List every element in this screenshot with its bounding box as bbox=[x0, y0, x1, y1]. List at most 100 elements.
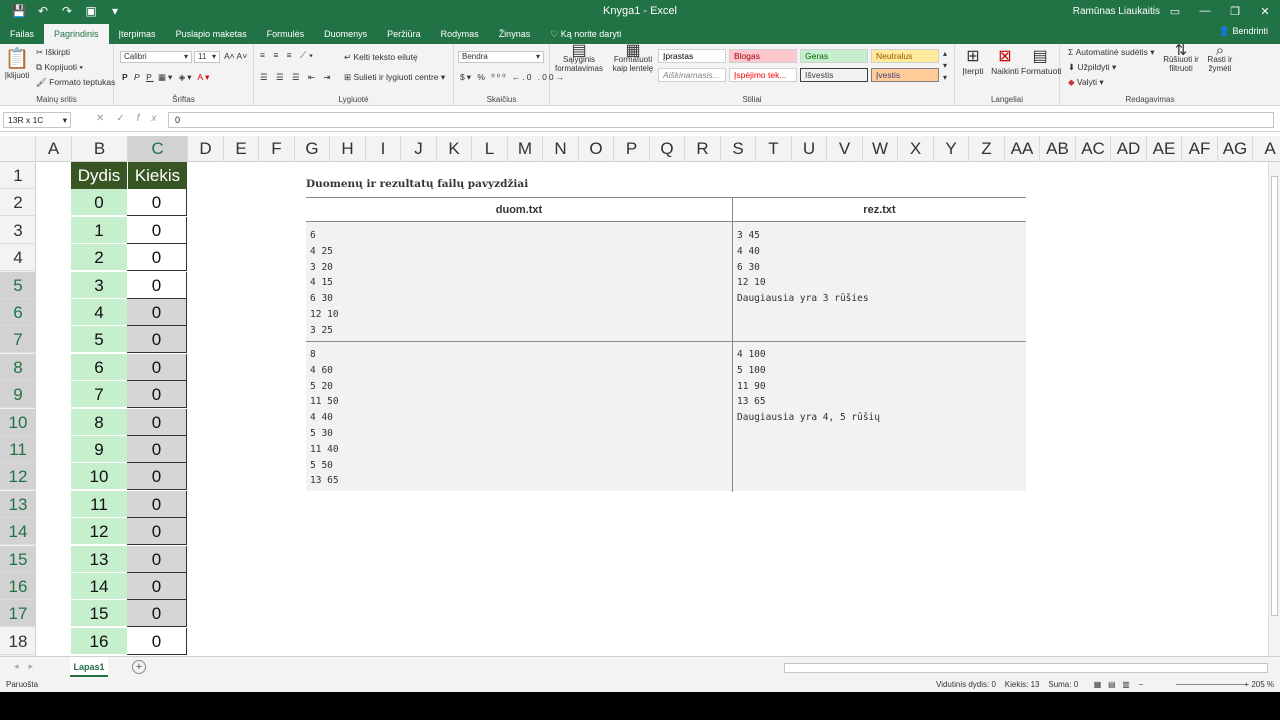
tab-help[interactable]: Žinynas bbox=[489, 24, 541, 44]
cell-dydis[interactable]: 9 bbox=[71, 436, 127, 463]
column-header[interactable]: D bbox=[188, 136, 224, 162]
find-select-button[interactable]: ⌕ Rasti ir žymėti bbox=[1202, 43, 1238, 73]
cell-kiekis[interactable]: 0 bbox=[127, 408, 187, 436]
column-header[interactable]: AD bbox=[1111, 136, 1147, 162]
font-family-select[interactable]: Calibri ▾ bbox=[120, 51, 192, 63]
conditional-formatting-button[interactable]: ▤ Sąlyginis formatavimas bbox=[554, 43, 604, 74]
cell-c1[interactable]: Kiekis bbox=[127, 162, 187, 189]
customize-icon[interactable]: ▾ bbox=[106, 4, 124, 18]
column-header[interactable]: Z bbox=[969, 136, 1005, 162]
cell-dydis[interactable]: 16 bbox=[71, 627, 127, 655]
page-break-view-icon[interactable]: ▥ bbox=[1122, 680, 1130, 689]
cell-kiekis[interactable]: 0 bbox=[127, 518, 187, 546]
cell-dydis[interactable]: 12 bbox=[71, 518, 127, 546]
cell-kiekis[interactable]: 0 bbox=[127, 573, 187, 600]
column-header[interactable]: G bbox=[295, 136, 330, 162]
save-icon[interactable]: 💾 bbox=[10, 4, 28, 18]
cell-dydis[interactable]: 6 bbox=[71, 353, 127, 381]
redo-icon[interactable]: ↷ bbox=[58, 4, 76, 18]
row-header[interactable]: 4 bbox=[0, 244, 36, 272]
cell-kiekis[interactable]: 0 bbox=[127, 353, 187, 381]
cell-dydis[interactable]: 4 bbox=[71, 299, 127, 326]
row-header[interactable]: 14 bbox=[0, 518, 36, 546]
paste-button[interactable]: 📋 Įklijuoti bbox=[4, 46, 30, 80]
delete-cells-button[interactable]: ⊠ Naikinti bbox=[989, 46, 1021, 76]
tab-file[interactable]: Failas bbox=[0, 24, 44, 44]
style-warning-text[interactable]: Įspėjimo tek... bbox=[729, 68, 797, 82]
column-header[interactable]: AE bbox=[1147, 136, 1182, 162]
cell-kiekis[interactable]: 0 bbox=[127, 189, 187, 217]
column-header[interactable]: W bbox=[863, 136, 898, 162]
cell-dydis[interactable]: 13 bbox=[71, 545, 127, 573]
column-header[interactable]: P bbox=[614, 136, 650, 162]
column-header[interactable]: C bbox=[128, 136, 188, 162]
style-normal[interactable]: Įprastas bbox=[658, 49, 726, 63]
tab-view[interactable]: Rodymas bbox=[431, 24, 489, 44]
style-good[interactable]: Geras bbox=[800, 49, 868, 63]
cell-dydis[interactable]: 3 bbox=[71, 271, 127, 299]
row-header[interactable]: 18 bbox=[0, 628, 36, 655]
font-size-select[interactable]: 11 ▾ bbox=[194, 51, 220, 63]
cell-b1[interactable]: Dydis bbox=[71, 162, 127, 189]
clear-button[interactable]: ◆ Valyti ▾ bbox=[1068, 77, 1104, 88]
name-box[interactable]: 13R x 1C ▾ bbox=[3, 112, 71, 128]
column-header[interactable]: F bbox=[259, 136, 295, 162]
row-header[interactable]: 7 bbox=[0, 326, 36, 354]
column-header[interactable]: R bbox=[685, 136, 721, 162]
cell-kiekis[interactable]: 0 bbox=[127, 600, 187, 628]
restore-icon[interactable]: ❐ bbox=[1220, 5, 1250, 18]
sort-filter-button[interactable]: ⇅ Rūšiuoti ir filtruoti bbox=[1160, 43, 1202, 73]
cell-grid[interactable]: Dydis Kiekis 0 0 1 0 2 0 3 0 4 0 5 0 6 0 7 0 8 0 9 0 10 0 11 0 1… bbox=[36, 162, 1270, 656]
column-header[interactable]: I bbox=[366, 136, 401, 162]
cell-dydis[interactable]: 5 bbox=[71, 326, 127, 354]
tab-data[interactable]: Duomenys bbox=[314, 24, 377, 44]
column-header[interactable]: O bbox=[579, 136, 614, 162]
user-name[interactable]: Ramūnas Liaukaitis bbox=[1073, 6, 1160, 17]
insert-function-button[interactable]: fx bbox=[137, 113, 169, 124]
font-color-icon[interactable]: A▾ bbox=[197, 72, 211, 82]
column-header[interactable]: J bbox=[401, 136, 437, 162]
formula-input[interactable]: 0 bbox=[168, 112, 1274, 128]
cell-dydis[interactable]: 14 bbox=[71, 573, 127, 600]
vertical-align-icons[interactable]: ≡ ≡ ≡ ⟋▾ bbox=[260, 50, 316, 61]
row-header[interactable]: 6 bbox=[0, 299, 36, 326]
style-neutral[interactable]: Neutralus bbox=[871, 49, 939, 63]
merge-center-button[interactable]: ⊞ Sulieti ir lygiuoti centre ▾ bbox=[344, 72, 445, 83]
format-painter-button[interactable]: 🖌 Formato teptukas bbox=[36, 77, 115, 88]
normal-view-icon[interactable]: ▦ bbox=[1094, 680, 1102, 689]
zoom-slider[interactable] bbox=[1176, 684, 1246, 685]
undo-icon[interactable]: ↶ bbox=[34, 4, 52, 18]
cell-dydis[interactable]: 11 bbox=[71, 490, 127, 518]
column-header[interactable]: A bbox=[36, 136, 72, 162]
cell-dydis[interactable]: 15 bbox=[71, 600, 127, 628]
sheet-tab-lapas1[interactable]: Lapas1 bbox=[70, 657, 108, 677]
cell-dydis[interactable]: 8 bbox=[71, 408, 127, 436]
cancel-icon[interactable]: ✕ bbox=[96, 113, 116, 124]
enter-icon[interactable]: ✓ bbox=[116, 113, 136, 124]
row-header[interactable]: 2 bbox=[0, 189, 36, 217]
cell-kiekis[interactable]: 0 bbox=[127, 381, 187, 409]
vertical-scrollbar[interactable] bbox=[1268, 162, 1280, 656]
row-header[interactable]: 10 bbox=[0, 408, 36, 436]
column-header[interactable]: S bbox=[721, 136, 756, 162]
row-header[interactable]: 17 bbox=[0, 600, 36, 628]
column-header[interactable]: M bbox=[508, 136, 543, 162]
column-header[interactable]: E bbox=[224, 136, 259, 162]
styles-scroll-icon[interactable]: ▴ ▾ ▾ bbox=[943, 48, 947, 84]
column-header[interactable]: V bbox=[827, 136, 863, 162]
bold-button[interactable]: P bbox=[122, 72, 130, 82]
row-header[interactable]: 1 bbox=[0, 162, 36, 189]
cell-dydis[interactable]: 0 bbox=[71, 189, 127, 217]
tell-me-search[interactable]: ♡ Ką norite daryti bbox=[540, 24, 631, 44]
style-bad[interactable]: Blogas bbox=[729, 49, 797, 63]
format-as-table-button[interactable]: ▦ Formatuoti kaip lentelę bbox=[610, 43, 656, 74]
cell-kiekis[interactable]: 0 bbox=[127, 436, 187, 463]
select-all-corner[interactable] bbox=[0, 136, 36, 162]
column-header[interactable]: B bbox=[72, 136, 128, 162]
column-header[interactable]: L bbox=[472, 136, 508, 162]
cell-kiekis[interactable]: 0 bbox=[127, 244, 187, 272]
wrap-text-button[interactable]: ↵ Kelti teksto eilutę bbox=[344, 52, 418, 63]
close-icon[interactable]: ✕ bbox=[1250, 5, 1280, 18]
row-header[interactable]: 12 bbox=[0, 463, 36, 491]
page-layout-view-icon[interactable]: ▤ bbox=[1108, 680, 1116, 689]
